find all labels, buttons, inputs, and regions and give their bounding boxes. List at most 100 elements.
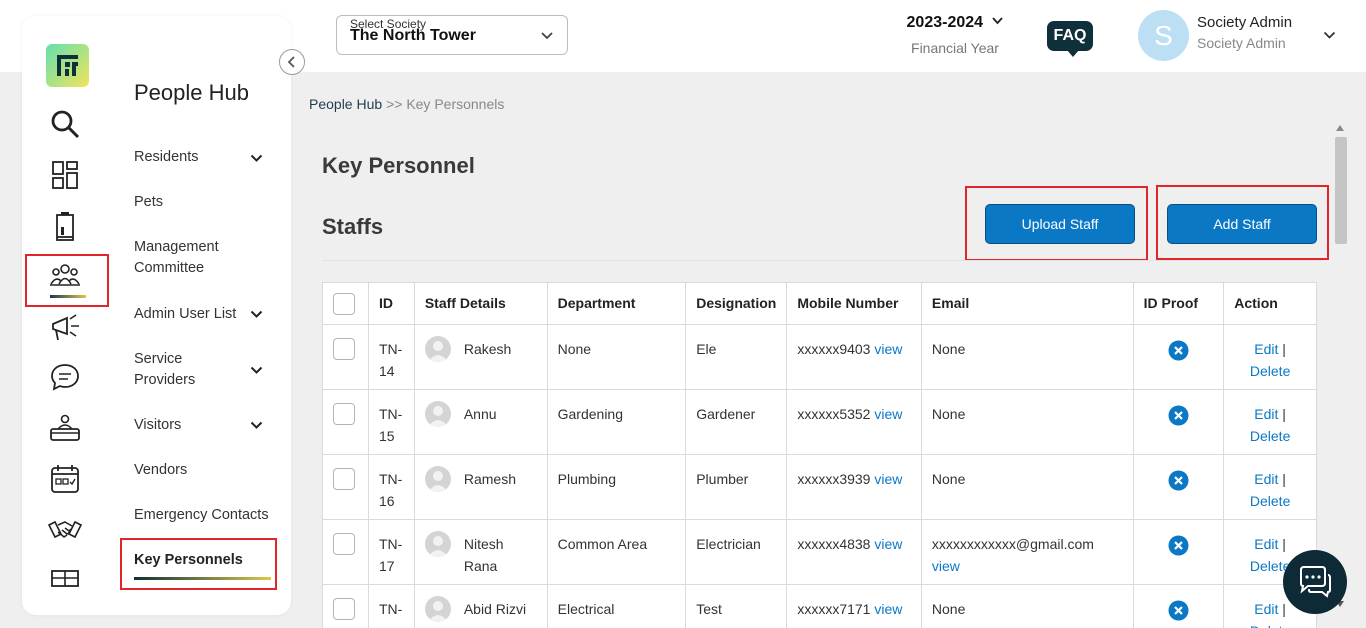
- scroll-up-arrow-icon[interactable]: [1336, 125, 1344, 131]
- action-separator: |: [1278, 406, 1286, 422]
- staff-designation: Ele: [685, 324, 788, 390]
- faq-button[interactable]: FAQ: [1047, 21, 1093, 57]
- id-proof-cell: [1132, 519, 1225, 585]
- section-title: Staffs: [322, 214, 384, 239]
- chat-bubbles-icon: [1300, 566, 1331, 598]
- staff-id: TN-14: [367, 324, 415, 390]
- upload-staff-button[interactable]: Upload Staff: [985, 204, 1135, 244]
- action-separator: |: [1278, 536, 1286, 552]
- edit-link[interactable]: Edit: [1254, 341, 1278, 357]
- action-cell: Edit | Delete: [1223, 454, 1317, 520]
- row-checkbox[interactable]: [333, 598, 355, 620]
- edit-link[interactable]: Edit: [1254, 601, 1278, 617]
- email-value: None: [931, 601, 966, 617]
- id-proof-missing-icon[interactable]: [1168, 405, 1189, 426]
- page-title: Key Personnel: [322, 153, 475, 178]
- section-divider: [322, 260, 1324, 261]
- sidebar-item-emergency-contacts[interactable]: Emergency Contacts: [134, 505, 274, 526]
- column-header-staff-details: Staff Details: [413, 282, 548, 325]
- app-logo[interactable]: [46, 44, 89, 87]
- financial-year-value: 2023-2024: [906, 14, 984, 31]
- chevron-down-icon: [541, 32, 553, 40]
- table-row: TN- Abid Rizvi Electrical Test xxxxxx7171 vi…: [322, 584, 1317, 628]
- column-header-mobile-number: Mobile Number: [786, 282, 922, 325]
- delete-link[interactable]: Delete: [1250, 623, 1290, 628]
- staff-designation: Electrician: [685, 519, 788, 585]
- email-value: None: [931, 406, 966, 422]
- chevron-down-icon[interactable]: [1323, 30, 1336, 40]
- row-checkbox[interactable]: [333, 403, 355, 425]
- row-checkbox[interactable]: [333, 338, 355, 360]
- delete-link[interactable]: Delete: [1250, 493, 1290, 509]
- staff-department: Plumbing: [546, 454, 687, 520]
- staff-mobile: xxxxxx9403 view: [786, 324, 922, 390]
- staff-details: Ramesh: [413, 454, 548, 520]
- chat-icon[interactable]: [48, 360, 82, 394]
- handshake-icon[interactable]: [47, 512, 83, 546]
- edit-link[interactable]: Edit: [1254, 406, 1278, 422]
- id-proof-missing-icon[interactable]: [1168, 470, 1189, 491]
- chat-support-button[interactable]: [1283, 550, 1347, 614]
- select-all-checkbox[interactable]: [333, 293, 355, 315]
- chevron-down-icon[interactable]: [250, 154, 263, 163]
- row-select-cell: [322, 389, 369, 455]
- society-select-value: The North Tower: [350, 27, 476, 44]
- staff-mobile: xxxxxx3939 view: [786, 454, 922, 520]
- id-proof-missing-icon[interactable]: [1168, 340, 1189, 361]
- edit-link[interactable]: Edit: [1254, 471, 1278, 487]
- building-icon[interactable]: [48, 209, 82, 243]
- mobile-view-link[interactable]: view: [874, 536, 902, 552]
- staff-department: Electrical: [546, 584, 687, 628]
- sidebar-item-vendors[interactable]: Vendors: [134, 460, 274, 481]
- action-separator: |: [1278, 601, 1286, 617]
- user-info[interactable]: Society Admin Society Admin: [1197, 14, 1292, 51]
- mobile-view-link[interactable]: view: [874, 341, 902, 357]
- chevron-down-icon[interactable]: [250, 310, 263, 319]
- staff-avatar-icon: [424, 466, 451, 492]
- avatar[interactable]: S: [1138, 10, 1189, 61]
- mobile-view-link[interactable]: view: [874, 471, 902, 487]
- action-cell: Edit | Delete: [1223, 389, 1317, 455]
- chevron-down-icon[interactable]: [250, 421, 263, 430]
- staff-details: Annu: [413, 389, 548, 455]
- email-view-link[interactable]: view: [932, 555, 1123, 577]
- dashboard-icon[interactable]: [48, 158, 82, 192]
- society-select[interactable]: Select Society The North Tower: [336, 15, 568, 55]
- calendar-icon[interactable]: [48, 462, 82, 496]
- package-icon[interactable]: [48, 561, 82, 595]
- breadcrumb-current: Key Personnels: [406, 96, 505, 112]
- breadcrumb-separator: >>: [386, 96, 403, 112]
- chevron-down-icon[interactable]: [250, 366, 263, 375]
- financial-year-label: Financial Year: [911, 40, 999, 56]
- staff-email: None: [920, 324, 1134, 390]
- staff-designation: Test: [685, 584, 788, 628]
- sidebar-item-management-committee[interactable]: Management Committee: [134, 237, 274, 279]
- breadcrumb-root[interactable]: People Hub: [309, 96, 382, 112]
- staff-details: Rakesh: [413, 324, 548, 390]
- staff-id: TN-15: [367, 389, 415, 455]
- collapse-sidebar-button[interactable]: [279, 49, 305, 75]
- financial-year-selector[interactable]: 2023-2024 Financial Year: [900, 14, 1010, 56]
- row-checkbox[interactable]: [333, 468, 355, 490]
- row-select-cell: [322, 324, 369, 390]
- row-checkbox[interactable]: [333, 533, 355, 555]
- mobile-number: xxxxxx4838: [797, 536, 871, 552]
- add-staff-button[interactable]: Add Staff: [1167, 204, 1317, 244]
- id-proof-missing-icon[interactable]: [1168, 535, 1189, 556]
- edit-link[interactable]: Edit: [1254, 536, 1278, 552]
- staff-mobile: xxxxxx7171 view: [786, 584, 922, 628]
- search-icon[interactable]: [48, 107, 82, 141]
- mobile-view-link[interactable]: view: [874, 406, 902, 422]
- sidebar-item-service-providers[interactable]: Service Providers: [134, 349, 234, 391]
- scrollbar-thumb[interactable]: [1335, 137, 1347, 244]
- id-proof-cell: [1132, 324, 1225, 390]
- desk-service-icon[interactable]: [48, 411, 82, 445]
- id-proof-missing-icon[interactable]: [1168, 600, 1189, 621]
- delete-link[interactable]: Delete: [1250, 363, 1290, 379]
- staff-name: Rakesh: [463, 341, 512, 357]
- action-separator: |: [1278, 341, 1286, 357]
- mobile-view-link[interactable]: view: [874, 601, 902, 617]
- delete-link[interactable]: Delete: [1250, 428, 1290, 444]
- announcement-icon[interactable]: [48, 310, 82, 344]
- sidebar-item-pets[interactable]: Pets: [134, 192, 274, 213]
